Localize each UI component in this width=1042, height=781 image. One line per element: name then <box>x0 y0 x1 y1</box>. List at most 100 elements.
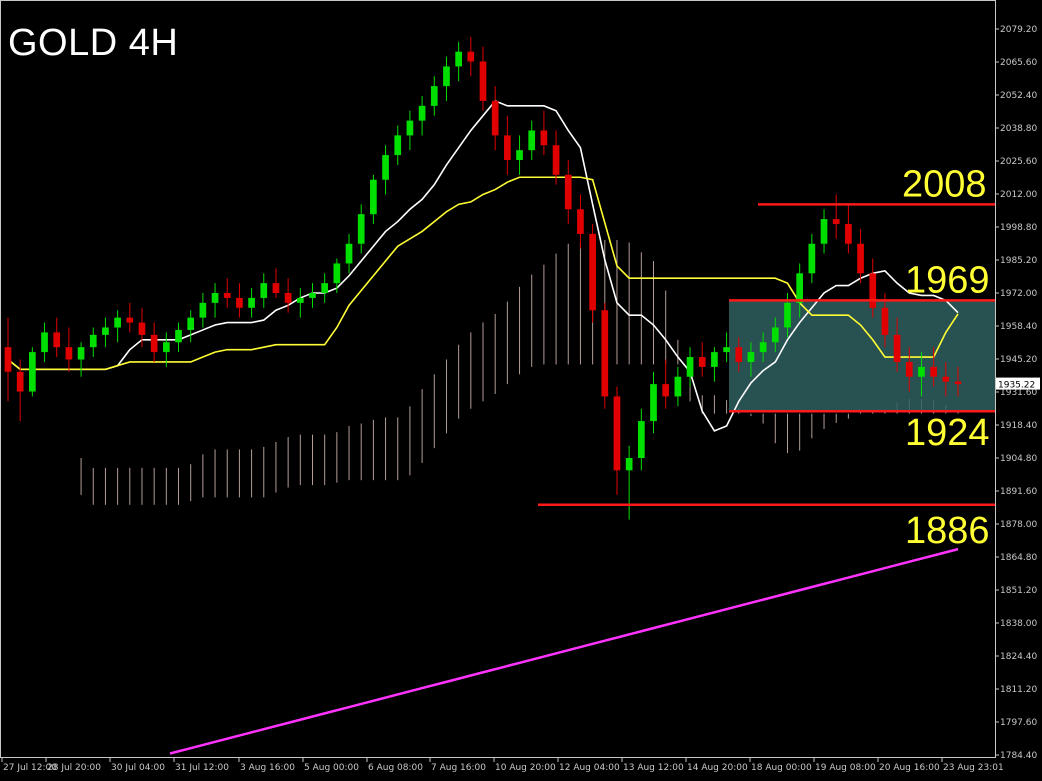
long-ma-line <box>169 547 959 755</box>
current-price-label: 1935.22 <box>998 381 1035 391</box>
candle-body <box>759 342 767 353</box>
x-tick-label: 19 Aug 08:00 <box>815 763 876 773</box>
candle-body <box>528 130 536 151</box>
x-tick-label: 10 Aug 20:00 <box>495 763 556 773</box>
candle-body <box>394 135 402 156</box>
y-tick-label: 1864.80 <box>1000 553 1037 563</box>
candle-body <box>881 307 889 335</box>
y-tick-label: 2065.60 <box>1000 58 1037 68</box>
candle-body <box>345 243 353 264</box>
candle-body <box>284 293 292 303</box>
x-tick-label: 14 Aug 20:00 <box>687 763 748 773</box>
candle-body <box>248 297 255 308</box>
candle-body <box>309 293 316 298</box>
y-tick-label: 1838.00 <box>1000 619 1037 629</box>
level-label: 1969 <box>905 259 990 301</box>
candle-body <box>857 243 864 274</box>
candle-body <box>918 366 925 377</box>
candle-body <box>357 214 365 244</box>
candle-body <box>698 357 706 367</box>
candle-body <box>272 283 280 293</box>
y-tick-label: 2012.00 <box>1000 190 1037 200</box>
candle-body <box>613 396 621 471</box>
candle-body <box>504 135 511 161</box>
candle-body <box>467 51 475 62</box>
candle-body <box>577 209 584 234</box>
candle-body <box>4 347 12 372</box>
candle-body <box>491 100 499 136</box>
y-tick-label: 1784.40 <box>1000 751 1037 761</box>
candle-body <box>516 150 523 161</box>
candle-body <box>942 376 950 382</box>
candle-body <box>601 310 609 397</box>
candle-body <box>443 66 450 87</box>
candle-body <box>77 347 85 360</box>
x-tick-label: 30 Jul 04:00 <box>111 763 165 773</box>
candle-body <box>735 347 743 362</box>
candle-body <box>370 179 377 215</box>
candle-body <box>187 317 195 330</box>
candle-body <box>430 86 438 106</box>
candle-body <box>16 371 24 392</box>
y-tick-label: 1811.20 <box>1000 685 1037 695</box>
candle-body <box>637 421 645 458</box>
candle-body <box>954 381 962 385</box>
candle-body <box>662 384 670 397</box>
y-tick-label: 1945.20 <box>1000 355 1037 365</box>
candle-body <box>162 342 170 353</box>
candle-body <box>674 376 682 397</box>
candle-body <box>540 130 548 146</box>
x-tick-label: 31 Jul 12:00 <box>175 763 229 773</box>
candle-body <box>479 61 487 101</box>
candle-body <box>41 332 48 353</box>
candle-body <box>552 145 560 175</box>
y-tick-label: 2052.40 <box>1000 91 1037 101</box>
x-tick-label: 5 Aug 00:00 <box>304 763 359 773</box>
candle-body <box>589 233 596 311</box>
y-tick-label: 1878.00 <box>1000 520 1037 530</box>
candle-body <box>845 224 852 244</box>
x-tick-label: 12 Aug 04:00 <box>559 763 620 773</box>
y-tick-label: 1998.80 <box>1000 223 1037 233</box>
y-tick-label: 1824.40 <box>1000 652 1037 662</box>
candle-body <box>869 273 877 308</box>
candle-body <box>820 219 828 244</box>
candle-body <box>126 317 134 323</box>
candle-body <box>832 219 840 225</box>
y-tick-label: 1985.20 <box>1000 256 1037 266</box>
candle-body <box>723 347 730 353</box>
x-tick-label: 6 Aug 08:00 <box>368 763 423 773</box>
candle-body <box>175 329 182 343</box>
candle-body <box>223 293 231 298</box>
level-label: 1924 <box>905 412 990 454</box>
x-tick-label: 20 Aug 16:00 <box>879 763 940 773</box>
x-tick-label: 23 Aug 23:01 <box>943 763 1004 773</box>
candle-body <box>29 352 36 392</box>
candle-body <box>771 327 779 343</box>
candle-body <box>711 352 718 367</box>
candle-body <box>382 155 389 180</box>
candle-body <box>65 347 73 360</box>
y-tick-label: 1797.60 <box>1000 718 1037 728</box>
y-tick-label: 1958.40 <box>1000 322 1037 332</box>
y-tick-label: 1918.40 <box>1000 421 1037 431</box>
candle-body <box>102 327 109 335</box>
gold-chart: 2008 1969 1924 1886 2079.20 2065.60 2052.40 203… <box>0 0 1040 773</box>
candle-body <box>53 332 61 348</box>
candle-body <box>808 243 816 274</box>
candle-body <box>625 458 633 471</box>
y-tick-label: 1891.60 <box>1000 487 1037 497</box>
candle-body <box>930 366 937 377</box>
candle-body <box>796 273 804 303</box>
y-tick-label: 1972.00 <box>1000 289 1037 299</box>
candle-body <box>260 283 268 298</box>
candle-body <box>905 361 913 377</box>
candle-body <box>236 297 243 308</box>
candle-body <box>199 302 207 318</box>
candle-body <box>686 357 694 377</box>
x-tick-label: 28 Jul 20:00 <box>47 763 101 773</box>
candle-body <box>418 105 426 121</box>
x-tick-label: 7 Aug 16:00 <box>431 763 486 773</box>
candle-body <box>333 263 341 284</box>
level-label: 1886 <box>905 510 990 552</box>
